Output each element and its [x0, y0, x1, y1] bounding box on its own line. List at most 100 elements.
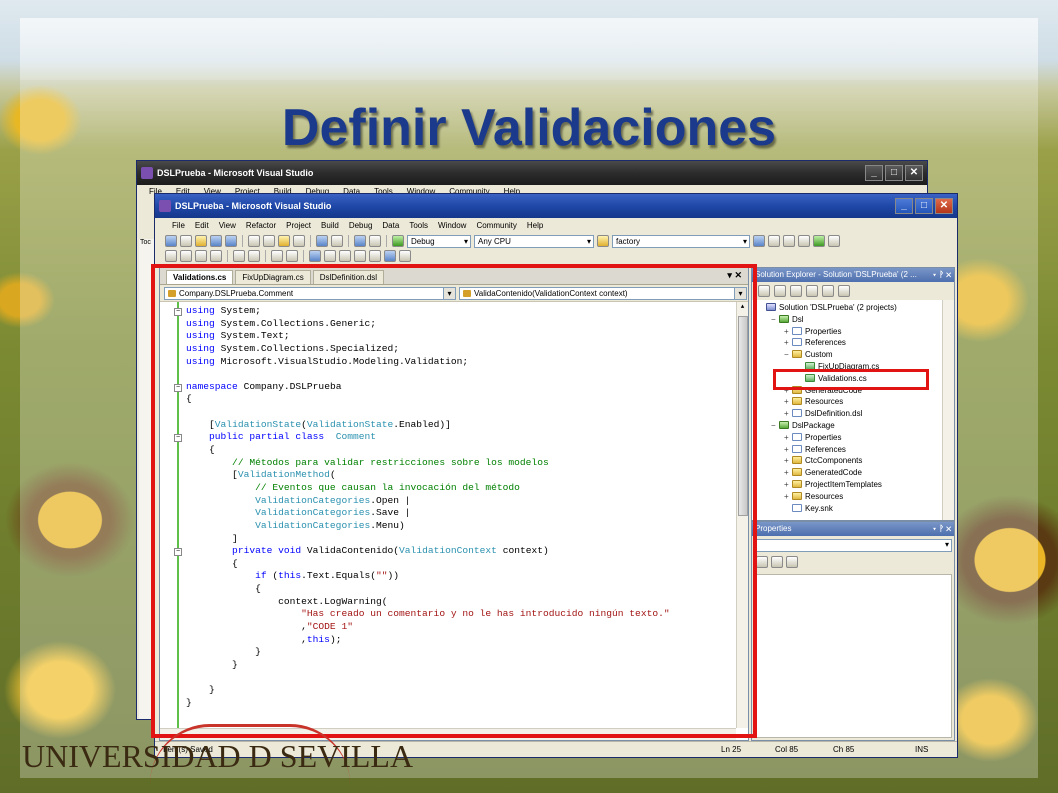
increase-indent-icon[interactable] [248, 250, 260, 262]
panel-menu-icon[interactable]: ▾ [932, 524, 937, 533]
tree-item-fixupdiagram-cs[interactable]: FixUpDiagram.cs [758, 361, 897, 373]
tree-item-custom[interactable]: − Custom [758, 349, 897, 361]
tree-item-resources[interactable]: + Resources [758, 491, 897, 503]
types-dropdown[interactable]: Company.DSLPrueba.Comment [164, 287, 456, 300]
previous-bookmark-icon[interactable] [324, 250, 336, 262]
solution-config-select[interactable]: Debug [407, 234, 471, 248]
expand-icon[interactable]: + [784, 396, 792, 408]
show-all-files-icon[interactable] [774, 285, 786, 297]
collapse-icon[interactable]: − [174, 548, 182, 556]
collapse-icon[interactable]: − [174, 434, 182, 442]
expand-icon[interactable]: + [784, 385, 792, 397]
next-bookmark-folder-icon[interactable] [369, 250, 381, 262]
menu-data[interactable]: Data [377, 218, 404, 233]
tab-list-icon[interactable]: ▾ [727, 270, 732, 280]
tree-item-dslpackage[interactable]: − DslPackage [758, 420, 897, 432]
tree-item-references[interactable]: + References [758, 444, 897, 456]
undo-icon[interactable] [316, 235, 328, 247]
start-debugging-icon[interactable] [392, 235, 404, 247]
tree-item-properties[interactable]: + Properties [758, 432, 897, 444]
close-panel-icon[interactable]: ✕ [946, 270, 951, 279]
bookmark-window-icon[interactable] [399, 250, 411, 262]
tree-item-dsl[interactable]: − Dsl [758, 314, 897, 326]
expand-icon[interactable]: + [784, 479, 792, 491]
solution-explorer-scrollbar[interactable] [942, 300, 954, 520]
find-in-files-icon[interactable] [597, 235, 609, 247]
properties-icon[interactable] [758, 285, 770, 297]
menu-project[interactable]: Project [281, 218, 316, 233]
tree-item-solution-dslprueba-2-projects-[interactable]: Solution 'DSLPrueba' (2 projects) [758, 302, 897, 314]
scroll-up-icon[interactable]: ▴ [737, 302, 748, 310]
pin-icon[interactable]: ᚹ [939, 524, 944, 533]
save-all-icon[interactable] [225, 235, 237, 247]
maximize-button[interactable]: □ [885, 165, 903, 181]
minimize-button[interactable]: _ [865, 165, 883, 181]
open-folder-icon[interactable] [195, 235, 207, 247]
parameter-info-icon[interactable] [180, 250, 192, 262]
add-item-icon[interactable] [180, 235, 192, 247]
save-icon[interactable] [210, 235, 222, 247]
tree-item-projectitemtemplates[interactable]: + ProjectItemTemplates [758, 479, 897, 491]
close-panel-icon[interactable]: ✕ [946, 524, 951, 533]
tree-item-properties[interactable]: + Properties [758, 326, 897, 338]
comment-lines-icon[interactable] [271, 250, 283, 262]
decrease-indent-icon[interactable] [233, 250, 245, 262]
collapse-icon[interactable]: − [771, 420, 779, 432]
redo-icon[interactable] [331, 235, 343, 247]
tree-item-generatedcode[interactable]: + GeneratedCode [758, 385, 897, 397]
menu-file[interactable]: File [167, 218, 190, 233]
collapse-icon[interactable]: − [174, 308, 182, 316]
menu-window[interactable]: Window [433, 218, 471, 233]
other-windows-icon[interactable] [828, 235, 840, 247]
tab-fixupdiagram-cs[interactable]: FixUpDiagram.cs [235, 270, 311, 284]
tree-item-ctccomponents[interactable]: + CtcComponents [758, 455, 897, 467]
editor-vertical-scrollbar[interactable]: ▴ [736, 302, 748, 728]
uncomment-lines-icon[interactable] [286, 250, 298, 262]
find-icon[interactable] [753, 235, 765, 247]
clear-bookmarks-icon[interactable] [384, 250, 396, 262]
expand-icon[interactable]: + [784, 326, 792, 338]
tab-validations-cs[interactable]: Validations.cs [166, 270, 234, 284]
properties-icon[interactable] [783, 235, 795, 247]
quick-info-icon[interactable] [195, 250, 207, 262]
navigate-forward-icon[interactable] [369, 235, 381, 247]
previous-bookmark-folder-icon[interactable] [354, 250, 366, 262]
view-designer-icon[interactable] [822, 285, 834, 297]
refresh-icon[interactable] [790, 285, 802, 297]
property-grid[interactable] [754, 574, 952, 738]
collapse-icon[interactable]: − [784, 349, 792, 361]
find-combo[interactable]: factory [612, 234, 750, 248]
panel-menu-icon[interactable]: ▾ [932, 270, 937, 279]
complete-word-icon[interactable] [210, 250, 222, 262]
menu-community[interactable]: Community [471, 218, 521, 233]
menu-debug[interactable]: Debug [344, 218, 378, 233]
property-pages-icon[interactable] [786, 556, 798, 568]
members-dropdown[interactable]: ValidaContenido(ValidationContext contex… [459, 287, 747, 300]
close-button[interactable]: ✕ [935, 198, 953, 214]
view-code-icon[interactable] [806, 285, 818, 297]
tree-item-dsldefinition-dsl[interactable]: + DslDefinition.dsl [758, 408, 897, 420]
tree-item-validations-cs[interactable]: Validations.cs [758, 373, 897, 385]
close-button[interactable]: ✕ [905, 165, 923, 181]
scroll-thumb[interactable] [738, 316, 748, 516]
platform-select[interactable]: Any CPU [474, 234, 594, 248]
menu-tools[interactable]: Tools [404, 218, 433, 233]
new-project-icon[interactable] [165, 235, 177, 247]
menu-build[interactable]: Build [316, 218, 344, 233]
view-class-diagram-icon[interactable] [838, 285, 850, 297]
menu-refactor[interactable]: Refactor [241, 218, 281, 233]
pin-icon[interactable]: ᚹ [939, 270, 944, 279]
collapse-icon[interactable]: − [771, 314, 779, 326]
object-selector[interactable] [754, 539, 952, 552]
alphabetical-icon[interactable] [771, 556, 783, 568]
maximize-button[interactable]: □ [915, 198, 933, 214]
start-page-icon[interactable] [813, 235, 825, 247]
copy-icon[interactable] [263, 235, 275, 247]
next-bookmark-icon[interactable] [339, 250, 351, 262]
tree-item-key-snk[interactable]: Key.snk [758, 503, 897, 515]
tab-dsldefinition-dsl[interactable]: DslDefinition.dsl [312, 270, 385, 284]
minimize-button[interactable]: _ [895, 198, 913, 214]
expand-icon[interactable]: + [784, 467, 792, 479]
menu-edit[interactable]: Edit [190, 218, 214, 233]
expand-icon[interactable]: + [784, 337, 792, 349]
